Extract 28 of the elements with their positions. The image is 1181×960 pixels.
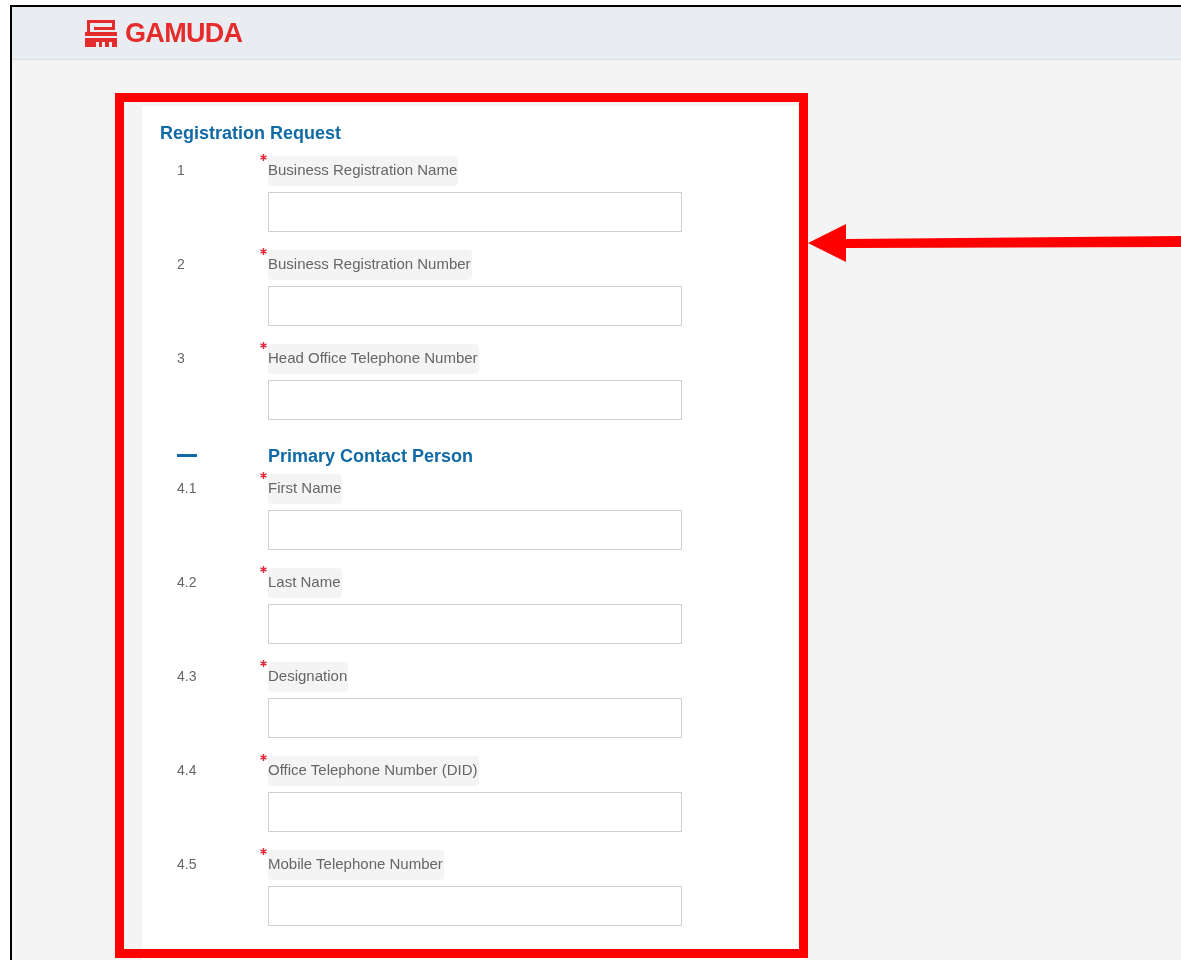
form-title: Registration Request [160,122,342,144]
item-number: 4.1 [177,480,197,496]
field-label: Business Registration Number [268,250,472,280]
field-label: Office Telephone Number (DID) [268,756,479,786]
logo-icon [85,19,117,47]
field-label: Last Name [268,568,342,598]
item-number: 2 [177,256,185,272]
item-number: 4.4 [177,762,197,778]
field-label: Head Office Telephone Number [268,344,479,374]
field-label: Designation [268,662,349,692]
field-label: Mobile Telephone Number [268,850,444,880]
item-number: 4.3 [177,668,197,684]
item-number: 3 [177,350,185,366]
text-input-field[interactable] [268,510,682,550]
field-label: Business Registration Name [268,156,459,186]
text-input-field[interactable] [268,192,682,232]
text-input-field[interactable] [268,286,682,326]
item-number: 4.2 [177,574,197,590]
text-input-field[interactable] [268,380,682,420]
text-input-field[interactable] [268,886,682,926]
text-input-field[interactable] [268,604,682,644]
item-number: 4.5 [177,856,197,872]
field-label: First Name [268,474,343,504]
text-input-field[interactable] [268,792,682,832]
logo-text: GAMUDA [125,19,243,47]
item-number: 1 [177,162,185,178]
section-title: Primary Contact Person [268,444,474,468]
text-input-field[interactable] [268,698,682,738]
